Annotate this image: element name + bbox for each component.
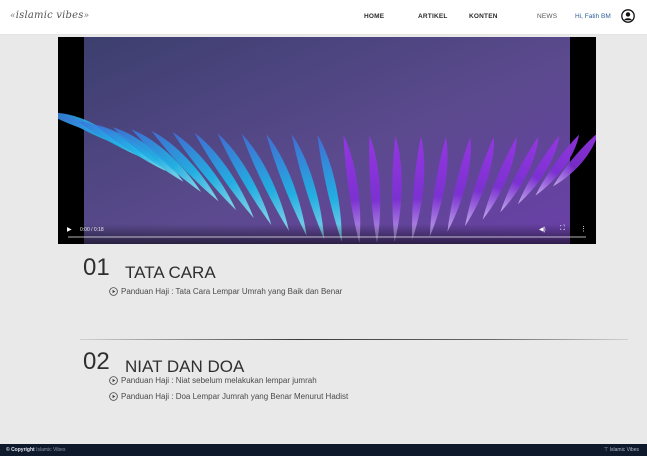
video-controls: ▶ 0:00 / 0:18 ◀) ⛶ ⋮ <box>58 224 596 244</box>
video-frame <box>58 37 596 244</box>
play-circle-icon <box>109 376 118 385</box>
video-link-item[interactable]: Panduan Haji : Tata Cara Lempar Umrah ya… <box>109 287 342 296</box>
video-link-label: Panduan Haji : Niat sebelum melakukan le… <box>121 376 317 385</box>
user-account-icon[interactable] <box>621 9 635 23</box>
section-number: 02 <box>83 348 110 375</box>
logo-text: islamic vibes <box>15 10 84 21</box>
section-tata-cara: 01 TATA CARA Panduan Haji : Tata Cara Le… <box>83 256 563 316</box>
top-header: «islamic vibes» HOME ARTIKEL KONTEN NEWS… <box>0 0 647 35</box>
section-divider <box>80 339 628 340</box>
logo-ornament-right: » <box>83 11 90 21</box>
video-time: 0:00 / 0:18 <box>80 227 104 233</box>
more-icon[interactable]: ⋮ <box>580 225 587 233</box>
volume-icon[interactable]: ◀) <box>539 226 546 233</box>
page-footer: © Copyright Islamic Vibes ⊤ Islamic Vibe… <box>0 444 647 456</box>
footer-brand: ⊤ Islamic Vibes <box>603 447 639 453</box>
section-niat-dan-doa: 02 NIAT DAN DOA Panduan Haji : Niat sebe… <box>83 350 563 410</box>
footer-copyright: © Copyright Islamic Vibes <box>6 447 65 453</box>
copyright-label: © Copyright <box>6 447 35 453</box>
video-link-label: Panduan Haji : Doa Lempar Jumrah yang Be… <box>121 392 349 401</box>
video-link-label: Panduan Haji : Tata Cara Lempar Umrah ya… <box>121 287 343 296</box>
copyright-owner: Islamic Vibes <box>36 447 66 453</box>
site-logo[interactable]: «islamic vibes» <box>10 10 89 21</box>
play-circle-icon <box>109 392 118 401</box>
fullscreen-icon[interactable]: ⛶ <box>560 225 565 233</box>
video-link-item[interactable]: Panduan Haji : Doa Lempar Jumrah yang Be… <box>109 392 348 401</box>
video-progress-bar[interactable] <box>68 236 586 238</box>
section-number: 01 <box>83 254 110 281</box>
video-link-item[interactable]: Panduan Haji : Niat sebelum melakukan le… <box>109 376 317 385</box>
play-circle-icon <box>109 287 118 296</box>
nav-news[interactable]: NEWS <box>537 13 557 20</box>
nav-home[interactable]: HOME <box>364 13 384 20</box>
video-player[interactable]: ▶ 0:00 / 0:18 ◀) ⛶ ⋮ <box>58 37 596 244</box>
footer-brand-label: Islamic Vibes <box>609 447 639 453</box>
nav-konten[interactable]: KONTEN <box>469 13 498 20</box>
section-title: TATA CARA <box>125 263 216 282</box>
section-title: NIAT DAN DOA <box>125 357 245 376</box>
user-greeting[interactable]: Hi, Fatih BM <box>575 13 611 20</box>
play-icon[interactable]: ▶ <box>67 226 72 233</box>
nav-artikel[interactable]: ARTIKEL <box>418 13 448 20</box>
